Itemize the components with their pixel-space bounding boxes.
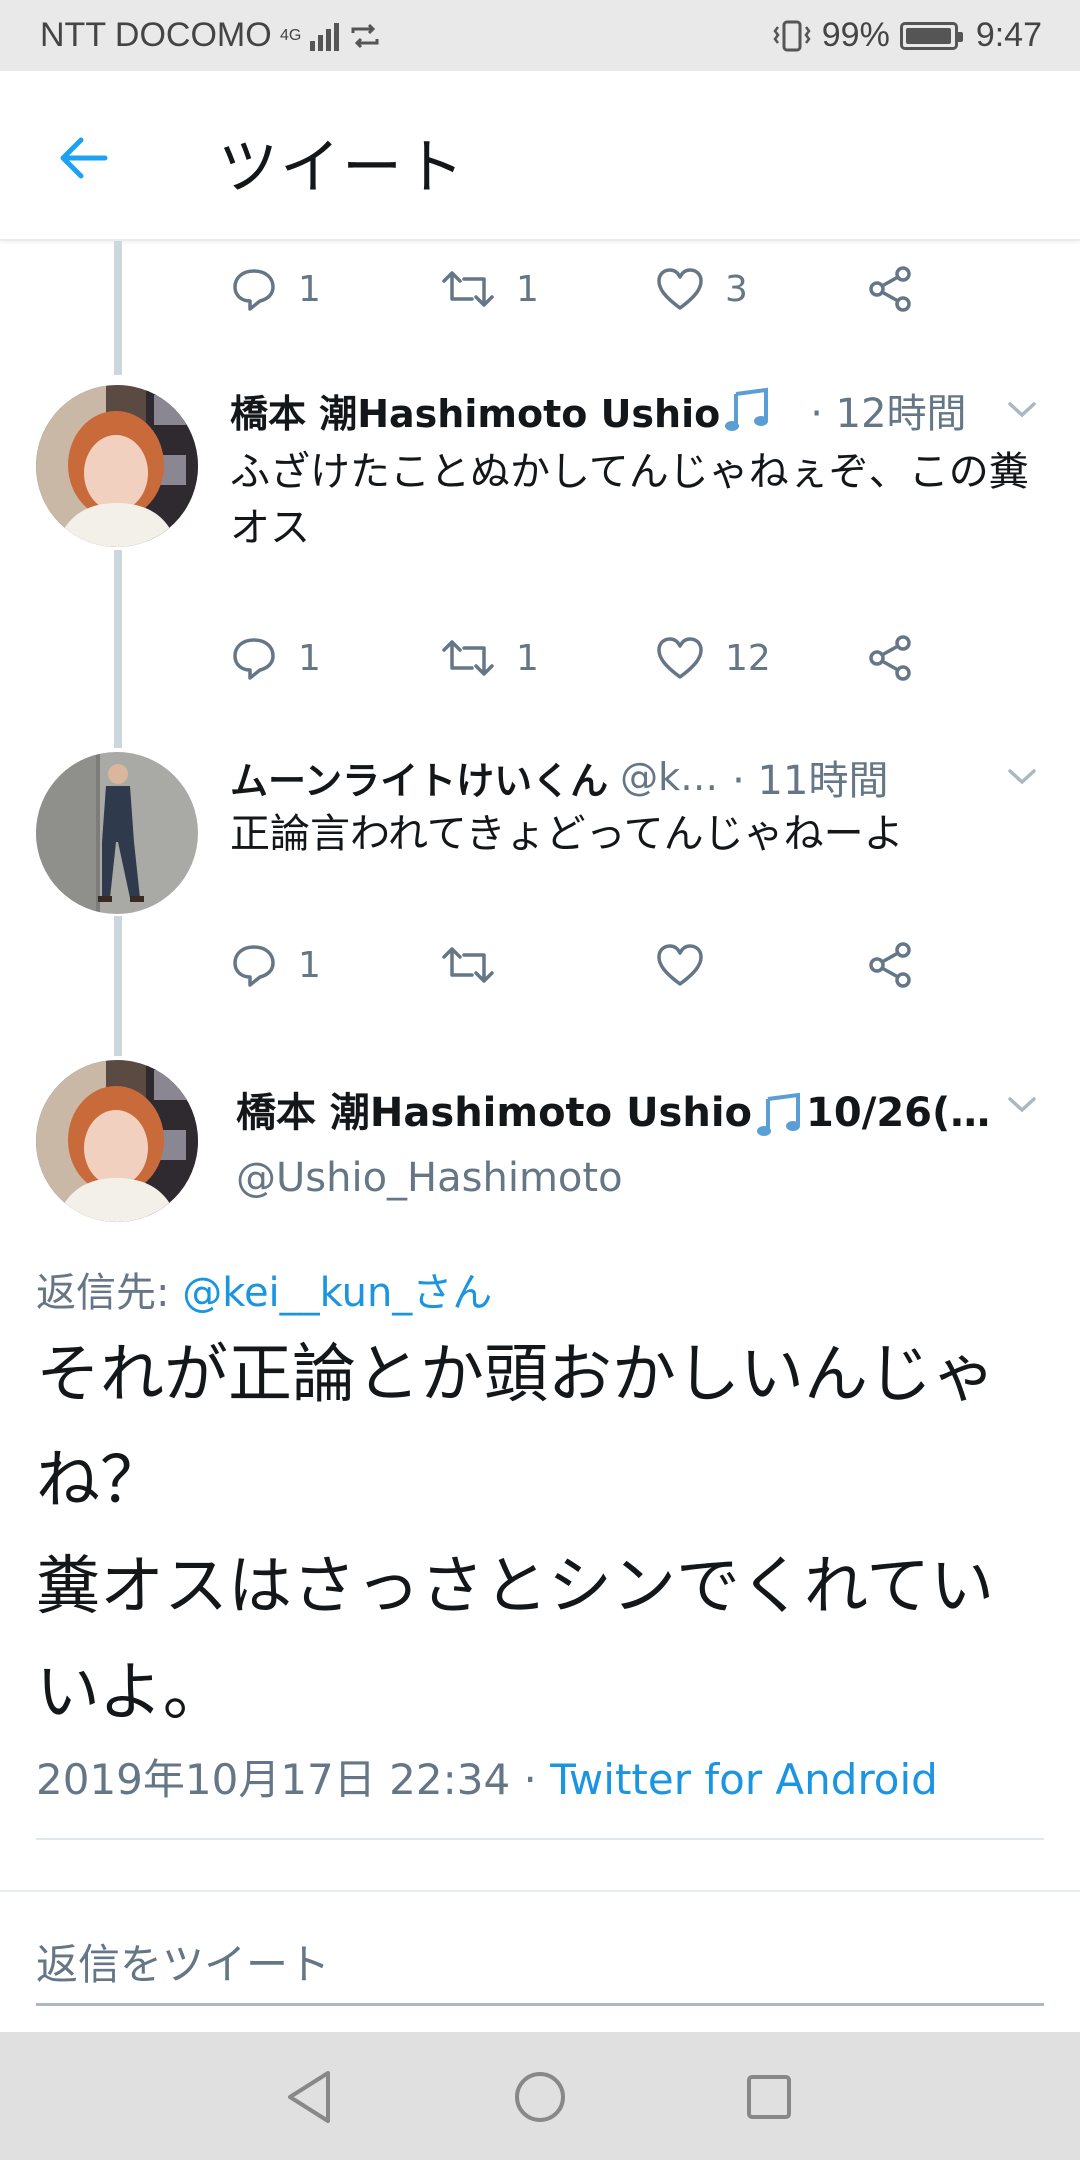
tweet-actions: 1 1 3 xyxy=(230,259,930,319)
reply-button[interactable]: 1 xyxy=(230,935,321,995)
tweet-date: 2019年10月17日 22:34 · xyxy=(36,1755,551,1804)
retweet-count: 1 xyxy=(516,637,539,679)
battery-icon xyxy=(899,21,963,50)
chevron-down-icon xyxy=(1008,402,1036,418)
app-header: ツイート xyxy=(0,71,1080,241)
retweet-icon xyxy=(442,271,494,307)
thread-line xyxy=(114,550,122,748)
tweet-menu-button[interactable] xyxy=(1002,1085,1042,1125)
tweet-time[interactable]: · 11時間 xyxy=(732,748,888,806)
like-button[interactable] xyxy=(655,935,725,995)
network-type: 4G xyxy=(280,26,302,44)
share-icon xyxy=(869,635,911,681)
retweet-button[interactable]: 1 xyxy=(440,628,539,688)
vibrate-icon xyxy=(773,20,811,51)
retweet-icon xyxy=(442,947,494,983)
chevron-down-icon xyxy=(1008,769,1036,785)
page-title: ツイート xyxy=(218,133,466,203)
tweet-actions: 1 xyxy=(230,935,930,995)
divider xyxy=(36,1838,1044,1840)
reply-button[interactable]: 1 xyxy=(230,259,321,319)
back-button[interactable] xyxy=(48,123,118,193)
reply-icon xyxy=(233,269,275,311)
nav-back-button[interactable] xyxy=(274,2062,344,2132)
reply-button[interactable]: 1 xyxy=(230,628,321,688)
retweet-button[interactable]: 1 xyxy=(440,259,539,319)
share-icon xyxy=(869,266,911,312)
avatar[interactable] xyxy=(36,1060,198,1222)
reply-to-line: 返信先: @kei__kun_さん xyxy=(36,1260,492,1318)
author-name[interactable]: 橋本 潮Hashimoto Ushio xyxy=(230,383,720,438)
reply-input[interactable]: 返信をツイート xyxy=(36,1920,1044,2006)
author-handle[interactable]: @Ushio_Hashimoto xyxy=(236,1155,623,1201)
heart-icon xyxy=(657,944,703,986)
main-author-name[interactable]: 橋本 潮Hashimoto Ushio 10/26(… xyxy=(236,1080,990,1139)
chevron-down-icon xyxy=(1008,1097,1036,1113)
navigation-bar xyxy=(0,2032,1080,2160)
share-icon xyxy=(869,942,911,988)
status-bar: NTT DOCOMO 4G 99% 9:47 xyxy=(0,0,1080,71)
clock: 9:47 xyxy=(975,16,1042,54)
tweet-text: 正論言われてきょどってんじゃねーよ xyxy=(230,811,904,857)
nav-recents-button[interactable] xyxy=(734,2062,804,2132)
author-name-suffix: 10/26(… xyxy=(806,1090,991,1136)
reply-to-label: 返信先: xyxy=(36,1270,183,1316)
signal-icon xyxy=(309,21,339,51)
reply-count: 1 xyxy=(298,944,321,986)
square-recents-icon xyxy=(747,2075,791,2119)
tweet-text: それが正論とか頭おかしいんじゃね？ 糞オスはさっさとシンでくれていいよ。 xyxy=(36,1338,996,1730)
heart-icon xyxy=(657,637,703,679)
like-button[interactable]: 3 xyxy=(655,259,748,319)
share-button[interactable] xyxy=(865,628,915,688)
share-button[interactable] xyxy=(865,259,915,319)
tweet-menu-button[interactable] xyxy=(1002,390,1042,430)
like-count: 3 xyxy=(725,268,748,310)
thread-line xyxy=(114,241,122,375)
reply-icon xyxy=(233,638,275,680)
music-note-icon xyxy=(725,387,769,431)
tweet-source-link[interactable]: Twitter for Android xyxy=(550,1755,938,1804)
reply-bar: 返信をツイート xyxy=(0,1890,1080,2032)
avatar[interactable] xyxy=(36,752,198,914)
tweet-header: ムーンライトけいくん @k… · 11時間 xyxy=(230,747,1050,807)
thread-line xyxy=(114,916,122,1056)
music-note-icon xyxy=(757,1092,801,1136)
reply-count: 1 xyxy=(298,268,321,310)
reply-icon xyxy=(233,945,275,987)
author-name: 橋本 潮Hashimoto Ushio xyxy=(236,1090,753,1136)
author-handle[interactable]: @k… xyxy=(620,755,718,799)
retweet-icon xyxy=(442,640,494,676)
arrow-left-icon xyxy=(60,137,108,179)
sync-icon xyxy=(351,23,379,48)
tweet-actions: 1 1 12 xyxy=(230,628,930,688)
battery-percent: 99% xyxy=(821,16,890,54)
circle-home-icon xyxy=(515,2072,565,2122)
heart-icon xyxy=(657,268,703,310)
retweet-button[interactable] xyxy=(440,935,516,995)
tweet-time[interactable]: · 12時間 xyxy=(810,381,966,439)
triangle-back-icon xyxy=(288,2071,330,2123)
tweet-header: 橋本 潮Hashimoto Ushio · 12時間 xyxy=(230,380,1050,440)
tweet-text: ふざけたことぬかしてんじゃねぇぞ、この糞オス xyxy=(230,449,1029,551)
carrier-name: NTT DOCOMO xyxy=(40,16,272,54)
avatar[interactable] xyxy=(36,385,198,547)
tweet-meta: 2019年10月17日 22:34 · Twitter for Android xyxy=(36,1746,938,1807)
reply-mention-link[interactable]: @kei__kun_さん xyxy=(182,1270,492,1316)
reply-count: 1 xyxy=(298,637,321,679)
share-button[interactable] xyxy=(865,935,915,995)
author-name[interactable]: ムーンライトけいくん xyxy=(230,750,608,805)
retweet-count: 1 xyxy=(516,268,539,310)
like-button[interactable]: 12 xyxy=(655,628,771,688)
tweet-menu-button[interactable] xyxy=(1002,757,1042,797)
like-count: 12 xyxy=(725,637,771,679)
nav-home-button[interactable] xyxy=(505,2062,575,2132)
